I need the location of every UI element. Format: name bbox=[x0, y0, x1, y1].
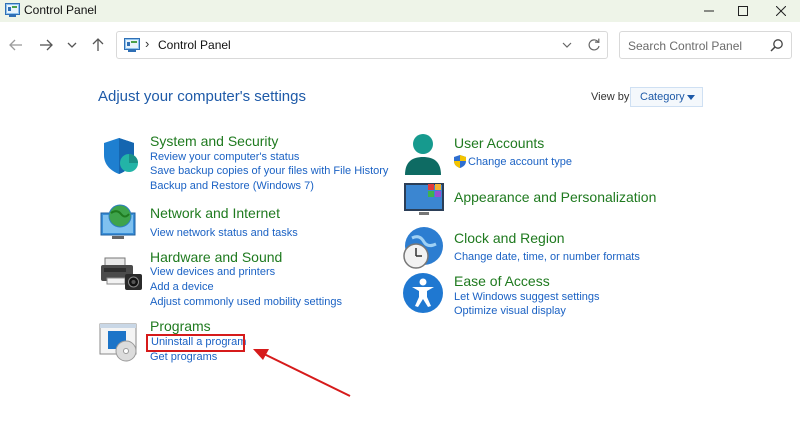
link-backup-restore[interactable]: Backup and Restore (Windows 7) bbox=[150, 180, 314, 192]
category-system-security[interactable]: System and Security bbox=[150, 133, 278, 149]
link-review-status[interactable]: Review your computer's status bbox=[150, 151, 299, 163]
uac-shield-icon bbox=[454, 155, 466, 168]
close-icon bbox=[776, 6, 786, 16]
highlight-box bbox=[146, 334, 245, 352]
clock-region-icon bbox=[403, 227, 443, 269]
link-optimize-display[interactable]: Optimize visual display bbox=[454, 305, 566, 317]
view-by-dropdown[interactable]: Category bbox=[630, 87, 703, 107]
maximize-icon bbox=[738, 6, 748, 16]
window-title: Control Panel bbox=[24, 3, 97, 17]
up-button[interactable] bbox=[88, 35, 108, 55]
close-button[interactable] bbox=[758, 0, 800, 22]
user-accounts-icon bbox=[405, 134, 441, 175]
forward-button[interactable] bbox=[36, 35, 56, 55]
search-box[interactable] bbox=[619, 31, 792, 59]
breadcrumb-control-panel[interactable]: Control Panel bbox=[158, 38, 231, 52]
link-file-history[interactable]: Save backup copies of your files with Fi… bbox=[150, 165, 388, 177]
address-bar[interactable]: › Control Panel bbox=[116, 31, 608, 59]
link-devices-printers[interactable]: View devices and printers bbox=[150, 266, 275, 278]
link-get-programs[interactable]: Get programs bbox=[150, 351, 217, 363]
link-mobility-settings[interactable]: Adjust commonly used mobility settings bbox=[150, 296, 342, 308]
link-network-status[interactable]: View network status and tasks bbox=[150, 227, 298, 239]
arrow-up-icon bbox=[92, 38, 104, 51]
view-by-value: Category bbox=[640, 91, 685, 103]
control-panel-icon bbox=[5, 3, 20, 17]
appearance-monitor-icon bbox=[404, 183, 444, 215]
category-hardware-sound[interactable]: Hardware and Sound bbox=[150, 249, 282, 265]
minimize-icon bbox=[704, 10, 714, 12]
view-by-label: View by: bbox=[591, 91, 633, 103]
caret-down-icon bbox=[687, 95, 695, 100]
category-appearance[interactable]: Appearance and Personalization bbox=[454, 189, 656, 205]
back-button[interactable] bbox=[6, 35, 26, 55]
recent-locations-button[interactable] bbox=[62, 35, 82, 55]
category-user-accounts[interactable]: User Accounts bbox=[454, 135, 544, 151]
refresh-icon[interactable] bbox=[586, 37, 602, 53]
programs-icon bbox=[99, 323, 137, 362]
red-arrow-icon bbox=[253, 349, 351, 397]
network-globe-icon bbox=[100, 204, 136, 239]
link-windows-suggest[interactable]: Let Windows suggest settings bbox=[454, 291, 600, 303]
arrow-left-icon bbox=[9, 39, 22, 51]
category-clock-region[interactable]: Clock and Region bbox=[454, 230, 565, 246]
arrow-right-icon bbox=[40, 39, 53, 51]
chevron-down-icon bbox=[67, 42, 77, 48]
page-heading: Adjust your computer's settings bbox=[98, 88, 306, 105]
accessibility-icon bbox=[403, 273, 443, 313]
printer-icon bbox=[101, 257, 142, 290]
category-ease-of-access[interactable]: Ease of Access bbox=[454, 273, 550, 289]
search-input[interactable] bbox=[626, 37, 770, 55]
search-icon[interactable] bbox=[770, 38, 784, 52]
link-add-device[interactable]: Add a device bbox=[150, 281, 214, 293]
breadcrumb-separator[interactable]: › bbox=[145, 36, 149, 51]
link-change-account-type[interactable]: Change account type bbox=[468, 156, 572, 168]
category-programs[interactable]: Programs bbox=[150, 318, 211, 334]
chevron-down-icon[interactable] bbox=[560, 37, 574, 53]
category-network-internet[interactable]: Network and Internet bbox=[150, 205, 280, 221]
control-panel-icon bbox=[124, 38, 140, 52]
security-shield-icon bbox=[104, 138, 138, 174]
title-bar: Control Panel bbox=[0, 0, 800, 22]
link-date-time-formats[interactable]: Change date, time, or number formats bbox=[454, 251, 640, 263]
